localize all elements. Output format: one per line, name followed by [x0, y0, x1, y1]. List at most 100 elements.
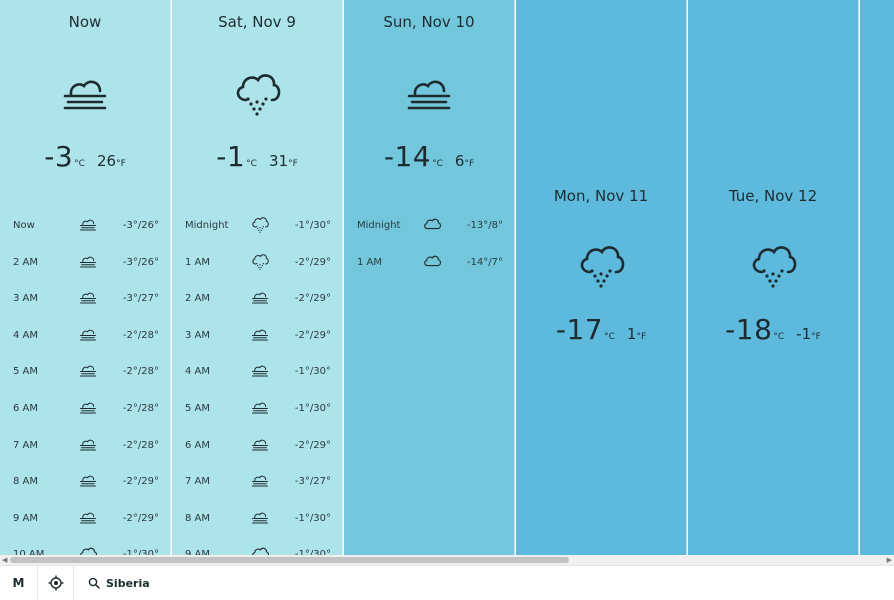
cloud-icon [250, 544, 270, 555]
locate-icon [48, 575, 64, 591]
hour-label: 5 AM [13, 366, 39, 378]
fog-icon [78, 398, 98, 416]
hour-temperature: -2°/28° [122, 329, 159, 341]
fog-icon [250, 471, 270, 489]
scroll-left-arrow[interactable]: ◀ [2, 555, 7, 565]
fog-icon [250, 361, 270, 379]
snow-icon [250, 215, 270, 233]
unit-celsius: °C [432, 159, 443, 169]
day-column[interactable] [860, 0, 894, 555]
hour-temperature: -3°/26° [122, 220, 159, 231]
temp-celsius: -17 [555, 313, 604, 346]
hour-label: 4 AM [185, 366, 211, 378]
hour-temperature: -1°/30° [294, 366, 331, 378]
fog-icon [78, 435, 98, 453]
locate-button[interactable] [38, 566, 74, 600]
fog-icon [78, 361, 98, 379]
hourly-row: 8 AM -2°/29° [0, 464, 170, 501]
hour-label: Midnight [185, 220, 229, 231]
hourly-row: 6 AM -2°/29° [172, 428, 342, 465]
hourly-row: Now -3°/26° [0, 208, 170, 245]
day-column[interactable]: Tue, Nov 12 -18°C -1°F [688, 0, 859, 555]
unit-celsius: °C [604, 332, 615, 342]
hour-label: 7 AM [185, 476, 211, 488]
day-temperature: -14°C 6°F [344, 140, 514, 173]
hour-temperature: -2°/29° [122, 512, 159, 524]
hour-label: 2 AM [13, 256, 39, 268]
day-column[interactable]: Sat, Nov 9 -1°C 31°F Midnight -1°/30° 1 AM … [172, 0, 343, 555]
hour-temperature: -13°/8° [466, 220, 503, 231]
hour-temperature: -3°/27° [122, 293, 159, 305]
fog-icon [250, 435, 270, 453]
fog-icon [250, 288, 270, 306]
day-column[interactable]: Now -3°C 26°F Now -3°/26° 2 AM -3°/26° 3 AM … [0, 0, 171, 555]
hourly-row: 4 AM -1°/30° [172, 354, 342, 391]
temp-fahrenheit: 1 [626, 325, 637, 343]
day-column[interactable]: Sun, Nov 10 -14°C 6°F Midnight -13°/8° 1 AM… [344, 0, 515, 555]
cloud-icon [422, 252, 442, 270]
hour-temperature: -14°/7° [466, 256, 503, 268]
temp-fahrenheit: -1 [796, 325, 812, 343]
menu-button[interactable]: M [0, 566, 38, 600]
hour-temperature: -2°/28° [122, 366, 159, 378]
fog-icon [78, 215, 98, 233]
hourly-list: Midnight -13°/8° 1 AM -14°/7° [344, 208, 514, 281]
horizontal-scrollbar[interactable]: ◀ ▶ [0, 555, 894, 565]
day-column[interactable]: Mon, Nov 11 -17°C 1°F [516, 0, 687, 555]
hourly-row: Midnight -13°/8° [344, 208, 514, 245]
temp-fahrenheit: 6 [454, 152, 465, 170]
bottom-bar: M [0, 565, 894, 600]
hour-label: 4 AM [13, 329, 39, 341]
unit-celsius: °C [74, 159, 85, 169]
hour-label: 5 AM [185, 402, 211, 414]
hour-temperature: -1°/30° [294, 512, 331, 524]
unit-fahrenheit: °F [116, 159, 126, 169]
day-temperature: -18°C -1°F [688, 313, 858, 346]
hour-label: 6 AM [185, 439, 211, 451]
day-title: Mon, Nov 11 [553, 187, 649, 205]
hour-label: 1 AM [357, 256, 383, 268]
unit-celsius: °C [773, 332, 785, 342]
snow-icon [250, 252, 270, 270]
hourly-row: 7 AM -2°/28° [0, 428, 170, 465]
search-box[interactable] [74, 566, 374, 600]
hour-temperature: -2°/29° [294, 439, 331, 451]
hourly-list: Midnight -1°/30° 1 AM -2°/29° 2 AM -2°/29°… [172, 208, 342, 555]
hour-label: 2 AM [185, 293, 211, 305]
day-title: Tue, Nov 12 [728, 187, 818, 205]
hourly-list: Now -3°/26° 2 AM -3°/26° 3 AM -3°/27° 4 AM … [0, 208, 170, 555]
hour-label: 9 AM [13, 512, 39, 524]
cloud-icon [422, 215, 442, 233]
fog-icon [403, 68, 455, 116]
hour-label: 3 AM [185, 329, 211, 341]
fog-icon [78, 288, 98, 306]
unit-fahrenheit: °F [464, 159, 475, 169]
day-temperature: -1°C 31°F [172, 140, 342, 173]
hourly-row: 2 AM -2°/29° [172, 281, 342, 318]
temp-celsius: -3 [44, 140, 74, 173]
forecast-columns[interactable]: Now -3°C 26°F Now -3°/26° 2 AM -3°/26° 3 AM … [0, 0, 894, 555]
scroll-thumb[interactable] [10, 557, 569, 563]
cloud-icon [78, 544, 98, 555]
unit-fahrenheit: °F [811, 332, 821, 342]
temp-celsius: -1 [216, 140, 246, 173]
hourly-row: 6 AM -2°/28° [0, 391, 170, 428]
hour-label: Midnight [357, 220, 401, 231]
unit-fahrenheit: °F [636, 332, 647, 342]
temp-fahrenheit: 31 [268, 152, 289, 170]
hourly-row: Midnight -1°/30° [172, 208, 342, 245]
day-title: Sun, Nov 10 [383, 13, 475, 31]
fog-icon [250, 325, 270, 343]
search-input[interactable] [106, 574, 356, 592]
temp-celsius: -18 [725, 313, 773, 346]
hourly-row: 8 AM -1°/30° [172, 501, 342, 538]
hour-temperature: -3°/27° [294, 476, 331, 488]
day-temperature: -17°C 1°F [516, 313, 686, 346]
hourly-row: 9 AM -2°/29° [0, 501, 170, 538]
hour-temperature: -2°/28° [122, 439, 159, 451]
hour-temperature: -2°/29° [294, 293, 331, 305]
hour-label: 1 AM [185, 256, 211, 268]
snow-icon [747, 240, 799, 288]
snow-icon [231, 68, 283, 116]
scroll-right-arrow[interactable]: ▶ [887, 555, 892, 565]
